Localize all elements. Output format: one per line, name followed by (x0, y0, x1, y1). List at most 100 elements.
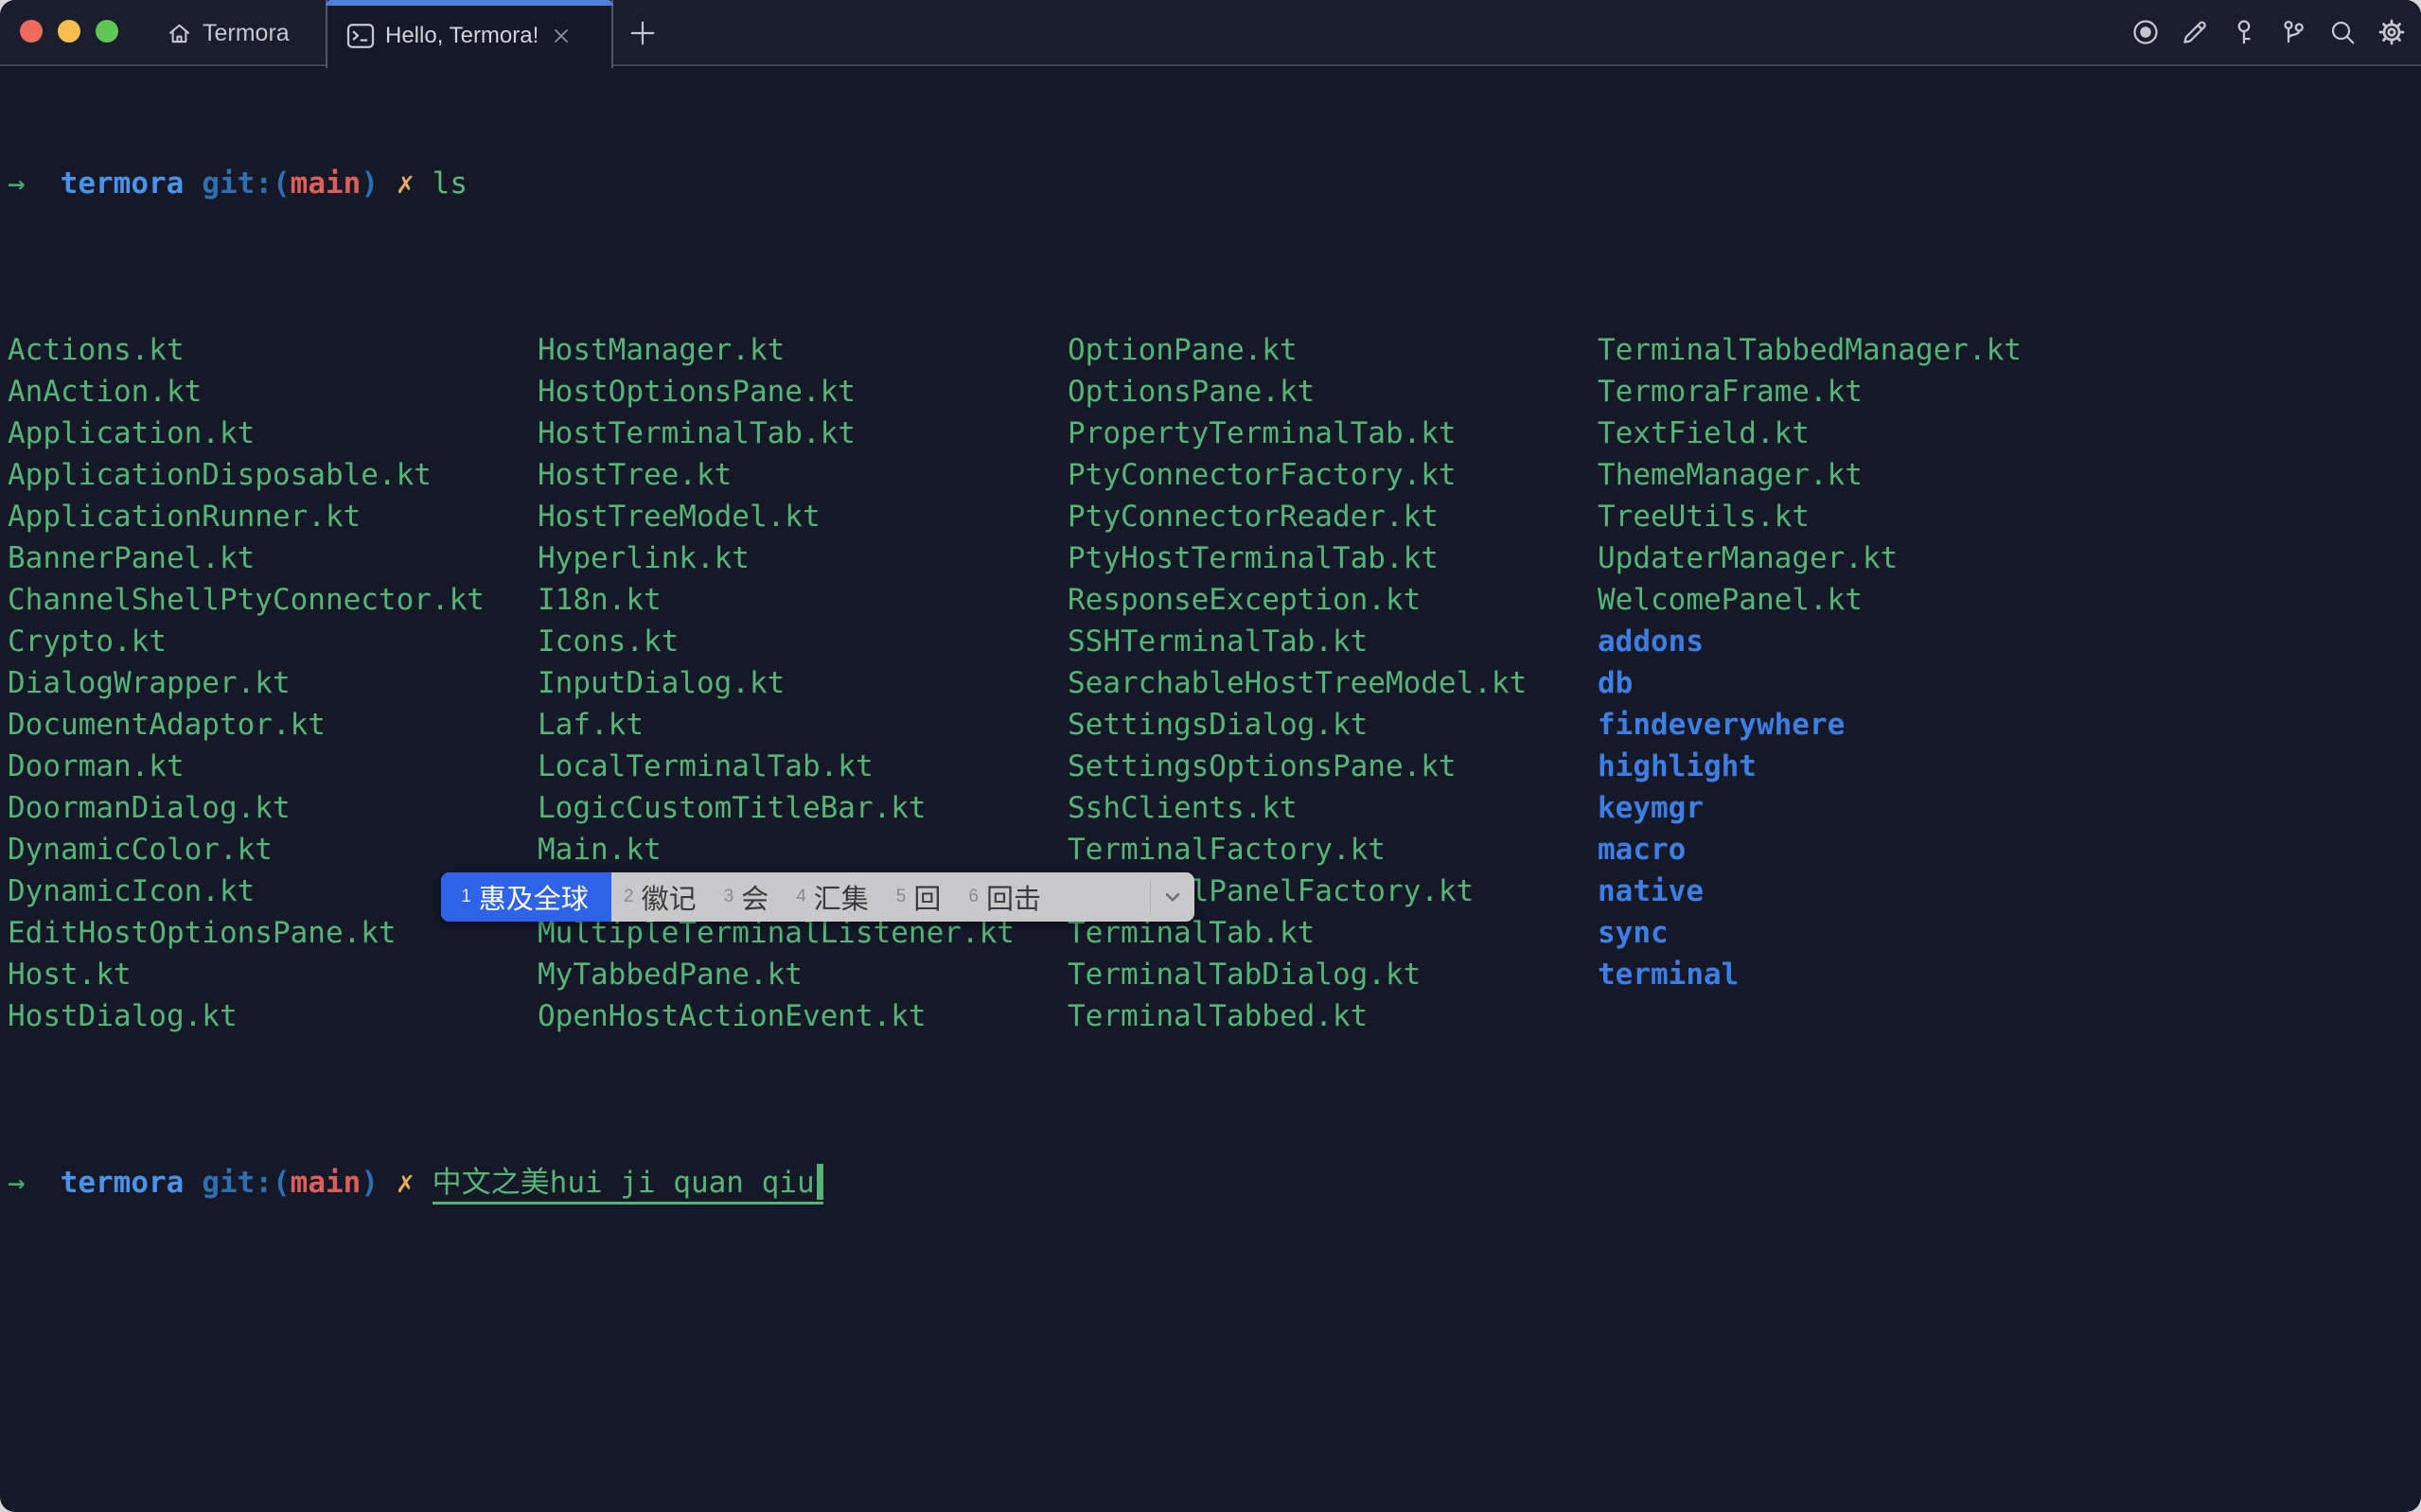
close-tab-icon[interactable] (550, 25, 573, 47)
zoom-window-button[interactable] (96, 20, 118, 43)
ime-candidate-3[interactable]: 3会 (712, 872, 785, 922)
ime-candidate-2[interactable]: 2 徽记 (611, 872, 712, 922)
file-item: Application.kt (8, 413, 538, 454)
file-item: SSHTerminalTab.kt (1068, 621, 1598, 662)
file-item: Host.kt (8, 954, 538, 995)
file-item: Laf.kt (538, 704, 1068, 746)
terminal[interactable]: →termoragit:(main)✗ls Actions.ktHostMana… (0, 66, 2421, 1512)
branch-button[interactable] (2279, 18, 2307, 46)
empty-cell (1598, 995, 2128, 1037)
file-item: SettingsOptionsPane.kt (1068, 746, 1598, 787)
file-item: Hyperlink.kt (538, 537, 1068, 579)
ime-candidate-4[interactable]: 4 汇集 (784, 872, 884, 922)
file-item: Actions.kt (8, 329, 538, 371)
window-controls (20, 20, 118, 43)
file-item: AnAction.kt (8, 371, 538, 413)
terminal-cursor (817, 1164, 823, 1200)
file-item: HostManager.kt (538, 329, 1068, 371)
file-item: TerminalTabbedManager.kt (1598, 329, 2128, 371)
key-manager-button[interactable] (2230, 18, 2258, 46)
dir-item: findeverywhere (1598, 704, 2128, 746)
file-item: TermoraFrame.kt (1598, 371, 2128, 413)
file-item: SshClients.kt (1068, 787, 1598, 829)
file-item: HostOptionsPane.kt (538, 371, 1068, 413)
app-window: Termora Hello, Termora! (0, 0, 2421, 1512)
toolbar (2131, 18, 2406, 46)
tab-hello-termora[interactable]: Hello, Termora! (326, 0, 613, 68)
listing-row: DynamicColor.ktMain.ktTerminalFactory.kt… (8, 829, 2421, 870)
settings-button[interactable] (2377, 18, 2406, 46)
file-item: LocalTerminalTab.kt (538, 746, 1068, 787)
active-tab-indicator (326, 0, 613, 6)
file-item: PropertyTerminalTab.kt (1068, 413, 1598, 454)
listing-row: DynamicIcon.ktMultiplePtyConnector.ktTer… (8, 870, 2421, 912)
prompt-cwd: termora (61, 1166, 185, 1200)
file-item: HostTreeModel.kt (538, 496, 1068, 537)
dir-item: highlight (1598, 746, 2128, 787)
ime-candidate-6[interactable]: 6回击 (956, 872, 1056, 922)
command-ls: ls (433, 167, 468, 201)
file-item: MyTabbedPane.kt (538, 954, 1068, 995)
file-item: ThemeManager.kt (1598, 454, 2128, 496)
file-item: ChannelShellPtyConnector.kt (8, 579, 538, 621)
file-item: Crypto.kt (8, 621, 538, 662)
file-item: InputDialog.kt (538, 662, 1068, 704)
new-tab-button[interactable] (617, 2, 668, 64)
record-icon (2131, 18, 2160, 46)
listing-row: BannerPanel.ktHyperlink.ktPtyHostTermina… (8, 537, 2421, 579)
listing-row: HostDialog.ktOpenHostActionEvent.ktTermi… (8, 995, 2421, 1037)
listing-row: Doorman.ktLocalTerminalTab.ktSettingsOpt… (8, 746, 2421, 787)
listing-row: Actions.ktHostManager.ktOptionPane.ktTer… (8, 329, 2421, 371)
candidate-index: 3 (724, 887, 734, 907)
dir-item: keymgr (1598, 787, 2128, 829)
composition-string: 中文之美hui ji quan qiu (433, 1166, 815, 1200)
file-item: OpenHostActionEvent.kt (538, 995, 1068, 1037)
listing-row: AnAction.ktHostOptionsPane.ktOptionsPane… (8, 371, 2421, 413)
search-button[interactable] (2328, 18, 2357, 46)
file-item: DocumentAdaptor.kt (8, 704, 538, 746)
file-item: HostTerminalTab.kt (538, 413, 1068, 454)
file-item: DialogWrapper.kt (8, 662, 538, 704)
candidate-index: 4 (796, 887, 806, 907)
prompt-dirty-flag: ✗ (397, 167, 415, 201)
home-button[interactable]: Termora (167, 0, 290, 66)
file-item: TerminalTabbed.kt (1068, 995, 1598, 1037)
edit-button[interactable] (2181, 18, 2209, 46)
listing-row: ApplicationRunner.ktHostTreeModel.ktPtyC… (8, 496, 2421, 537)
dir-item: sync (1598, 912, 2128, 954)
candidate-text: 徽记 (642, 877, 697, 917)
file-item: TerminalTabDialog.kt (1068, 954, 1598, 995)
record-button[interactable] (2131, 18, 2160, 46)
ime-composition-text: 中文之美hui ji quan qiu (433, 1166, 823, 1204)
file-item: OptionPane.kt (1068, 329, 1598, 371)
file-item: ApplicationRunner.kt (8, 496, 538, 537)
candidate-text: 回 (913, 877, 941, 917)
search-icon (2328, 18, 2357, 46)
prompt-arrow: → (8, 1166, 26, 1200)
file-item: HostTree.kt (538, 454, 1068, 496)
edit-icon (2181, 18, 2209, 46)
branch-icon (2279, 18, 2307, 46)
ime-candidate-1[interactable]: 1惠及全球 (441, 872, 611, 922)
file-item: PtyConnectorReader.kt (1068, 496, 1598, 537)
file-item: TextField.kt (1598, 413, 2128, 454)
file-item: SettingsDialog.kt (1068, 704, 1598, 746)
prompt-git-open: git:( (202, 1166, 290, 1200)
candidate-index: 1 (461, 887, 471, 907)
listing-row: DialogWrapper.ktInputDialog.ktSearchable… (8, 662, 2421, 704)
candidate-text: 汇集 (814, 877, 869, 917)
ime-candidate-bar: 1惠及全球 2 徽记 3会 4 汇集 5回6回击 (441, 872, 1194, 922)
key-icon (2230, 18, 2258, 46)
file-item: I18n.kt (538, 579, 1068, 621)
dir-item: native (1598, 870, 2128, 912)
listing-row: EditHostOptionsPane.ktMultipleTerminalLi… (8, 912, 2421, 954)
ime-candidate-5[interactable]: 5回 (884, 872, 957, 922)
dir-item: terminal (1598, 954, 2128, 995)
file-item: BannerPanel.kt (8, 537, 538, 579)
candidate-text: 会 (741, 877, 769, 917)
ime-expand-button[interactable] (1151, 872, 1194, 922)
close-window-button[interactable] (20, 20, 43, 43)
candidate-index: 2 (624, 887, 634, 907)
file-item: PtyConnectorFactory.kt (1068, 454, 1598, 496)
minimize-window-button[interactable] (58, 20, 80, 43)
